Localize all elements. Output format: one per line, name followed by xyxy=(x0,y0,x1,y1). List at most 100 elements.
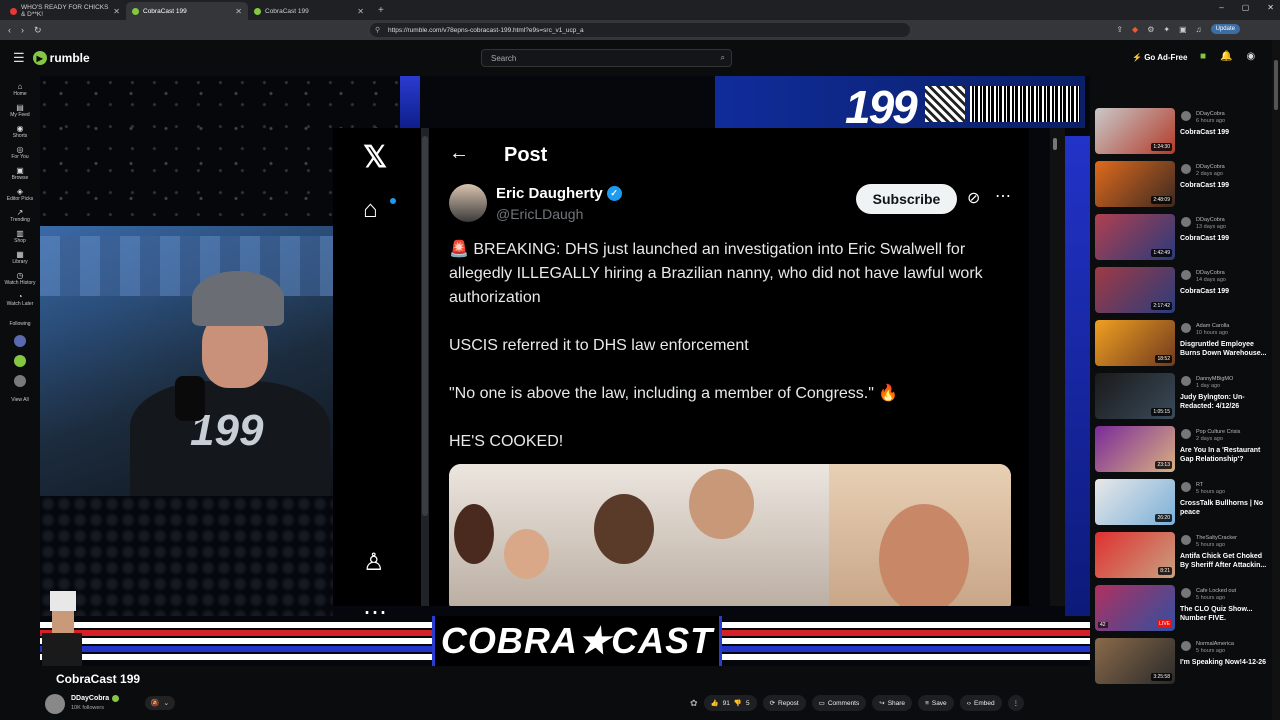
recommendation-item[interactable]: 18:52 Adam Carolla 10 hours ago Disgruntled… xyxy=(1095,320,1270,373)
view-all-link[interactable]: View All xyxy=(0,397,40,403)
channel-name[interactable]: DDayCobra xyxy=(1196,270,1225,276)
channel-name[interactable]: NormalAmerica xyxy=(1196,641,1234,647)
recommendation-title[interactable]: CobraCast 199 xyxy=(1180,288,1272,297)
music-icon[interactable]: ♫ xyxy=(1196,25,1202,34)
recommendation-title[interactable]: The CLO Quiz Show... Number FIVE. xyxy=(1180,606,1272,623)
sidebar-item-shorts[interactable]: ◉ Shorts xyxy=(0,125,40,139)
site-info-icon[interactable]: ⚲ xyxy=(375,26,380,34)
more-options-button[interactable]: ⋮ xyxy=(1007,695,1025,711)
sidebar-item-my-feed[interactable]: ▤ My Feed xyxy=(0,104,40,118)
boost-icon[interactable]: ✿ xyxy=(690,698,698,709)
recommendation-title[interactable]: Judy Bylngton: Un-Redacted: 4/12/26 xyxy=(1180,394,1272,411)
close-window-icon[interactable]: ✕ xyxy=(1267,3,1274,12)
recommendation-item[interactable]: 1:42:49 DDayCobra 13 days ago CobraCast 199 xyxy=(1095,214,1270,267)
url-field[interactable]: ⚲ https://rumble.com/v78epns-cobracast-1… xyxy=(370,23,910,37)
new-tab-button[interactable]: + xyxy=(378,5,384,16)
channel-name[interactable]: Pop Culture Crisis xyxy=(1196,429,1240,435)
share-icon[interactable]: ⇪ xyxy=(1116,25,1123,34)
recommendation-title[interactable]: CobraCast 199 xyxy=(1180,129,1272,138)
following-avatar[interactable] xyxy=(14,375,26,387)
search-icon[interactable]: ⌕ xyxy=(721,53,725,63)
scrollbar-thumb[interactable] xyxy=(1274,60,1278,110)
sidebar-item-for-you[interactable]: ◎ For You xyxy=(0,146,40,160)
maximize-icon[interactable]: ▢ xyxy=(1242,3,1250,12)
video-thumbnail[interactable]: 1:24:30 xyxy=(1095,108,1175,154)
channel-name[interactable]: Adam Carolla xyxy=(1196,323,1229,329)
browser-tab[interactable]: WHO'S READY FOR CHICKS & D**K! ✕ xyxy=(4,2,126,20)
rumble-logo[interactable]: ▶ rumble xyxy=(32,51,90,65)
upload-icon[interactable]: ■ xyxy=(1200,51,1206,62)
channel-avatar[interactable] xyxy=(1181,111,1191,121)
channel-avatar[interactable] xyxy=(1181,217,1191,227)
close-tab-icon[interactable]: ✕ xyxy=(357,7,364,16)
video-thumbnail[interactable]: LIVE 42 xyxy=(1095,585,1175,631)
video-thumbnail[interactable]: 26:20 xyxy=(1095,479,1175,525)
recommendation-title[interactable]: CrossTalk Bullhorns | No peace xyxy=(1180,500,1272,517)
video-thumbnail[interactable]: 8:21 xyxy=(1095,532,1175,578)
close-tab-icon[interactable]: ✕ xyxy=(235,7,242,16)
channel-name[interactable]: DDayCobra xyxy=(1196,217,1225,223)
extension-icon[interactable]: ⚙ xyxy=(1147,25,1154,34)
extensions-puzzle-icon[interactable]: ✦ xyxy=(1163,25,1170,34)
sidebar-item-watch-later[interactable]: ◔ Watch Later xyxy=(0,293,40,307)
sidebar-item-editor-picks[interactable]: ◈ Editor Picks xyxy=(0,188,40,202)
sidebar-item-trending[interactable]: ↗ Trending xyxy=(0,209,40,223)
recommendation-item[interactable]: LIVE 42 Cafe Locked out 5 hours ago The CLO … xyxy=(1095,585,1270,638)
embed-button[interactable]: ‹› Embed xyxy=(959,695,1002,711)
video-player[interactable]: 199 199 𝕏 ⌂ ♙ ⋯ ← Post Eric Daugherty ✓ @… xyxy=(40,76,1090,666)
recommendation-item[interactable]: 23:13 Pop Culture Crisis 2 days ago Are You… xyxy=(1095,426,1270,479)
notifications-icon[interactable]: 🔔 xyxy=(1220,51,1232,62)
channel-name[interactable]: DannyMBigMO xyxy=(1196,376,1233,382)
forward-icon[interactable]: › xyxy=(21,25,24,36)
browser-tab[interactable]: CobraCast 199 ✕ xyxy=(248,2,370,20)
sidebar-item-browse[interactable]: ▣ Browse xyxy=(0,167,40,181)
recommendation-title[interactable]: CobraCast 199 xyxy=(1180,182,1272,191)
channel-avatar[interactable] xyxy=(1181,429,1191,439)
repost-button[interactable]: ⟳ Repost xyxy=(762,695,806,711)
browser-tab[interactable]: CobraCast 199 ✕ xyxy=(126,2,248,20)
back-icon[interactable]: ‹ xyxy=(8,25,11,36)
recommendation-item[interactable]: 26:20 RT 5 hours ago CrossTalk Bullhorns | … xyxy=(1095,479,1270,532)
following-avatar[interactable] xyxy=(14,335,26,347)
channel-avatar[interactable] xyxy=(1181,270,1191,280)
recommendation-item[interactable]: 2:17:42 DDayCobra 14 days ago CobraCast 199 xyxy=(1095,267,1270,320)
comments-button[interactable]: ▭ Comments xyxy=(811,695,867,711)
thumbs-down-icon[interactable]: 👎 xyxy=(734,699,742,707)
recommendation-item[interactable]: 1:05:15 DannyMBigMO 1 day ago Judy Bylngton… xyxy=(1095,373,1270,426)
following-avatar[interactable] xyxy=(14,355,26,367)
channel-name[interactable]: DDayCobra xyxy=(1196,111,1225,117)
video-thumbnail[interactable]: 1:42:49 xyxy=(1095,214,1175,260)
go-ad-free-button[interactable]: ⚡ Go Ad-Free xyxy=(1132,53,1187,62)
channel-avatar[interactable] xyxy=(1181,535,1191,545)
vote-buttons[interactable]: 👍 91 👎 5 xyxy=(703,695,757,711)
sidebar-item-library[interactable]: ▦ Library xyxy=(0,251,40,265)
menu-icon[interactable]: ☰ xyxy=(13,50,25,66)
channel-avatar[interactable] xyxy=(1181,482,1191,492)
sidebar-item-watch-history[interactable]: ◷ Watch History xyxy=(0,272,40,286)
recommendation-title[interactable]: Antifa Chick Get Choked By Sheriff After… xyxy=(1180,553,1272,570)
video-thumbnail[interactable]: 2:17:42 xyxy=(1095,267,1175,313)
minimize-icon[interactable]: – xyxy=(1219,3,1223,12)
thumbs-up-icon[interactable]: 👍 xyxy=(711,699,719,707)
save-button[interactable]: ≡ Save xyxy=(918,695,954,711)
update-button[interactable]: Update xyxy=(1210,24,1240,34)
recommendation-title[interactable]: I'm Speaking Now!4-12-26 xyxy=(1180,659,1272,668)
channel-avatar[interactable] xyxy=(1181,588,1191,598)
channel-name[interactable]: DDayCobra xyxy=(71,695,120,702)
notification-toggle[interactable]: 🔕 ⌄ xyxy=(145,696,175,710)
account-icon[interactable]: ◉ xyxy=(1247,51,1256,62)
channel-avatar[interactable] xyxy=(1181,641,1191,651)
recommendation-item[interactable]: 3:25:58 NormalAmerica 5 hours ago I'm Speak… xyxy=(1095,638,1270,691)
channel-avatar[interactable] xyxy=(1181,164,1191,174)
wallet-icon[interactable]: ▣ xyxy=(1179,25,1187,34)
recommendation-item[interactable]: 8:21 TheSaltyCracker 5 hours ago Antifa Chi… xyxy=(1095,532,1270,585)
channel-name[interactable]: Cafe Locked out xyxy=(1196,588,1236,594)
sidebar-item-shop[interactable]: ▥ Shop xyxy=(0,230,40,244)
channel-name[interactable]: TheSaltyCracker xyxy=(1196,535,1237,541)
recommendation-title[interactable]: Disgruntled Employee Burns Down Warehous… xyxy=(1180,341,1272,358)
search-input[interactable]: Search ⌕ xyxy=(481,49,732,67)
page-scrollbar[interactable] xyxy=(1272,40,1280,720)
recommendation-item[interactable]: 2:48:09 DDayCobra 2 days ago CobraCast 199 xyxy=(1095,161,1270,214)
video-thumbnail[interactable]: 23:13 xyxy=(1095,426,1175,472)
video-thumbnail[interactable]: 18:52 xyxy=(1095,320,1175,366)
